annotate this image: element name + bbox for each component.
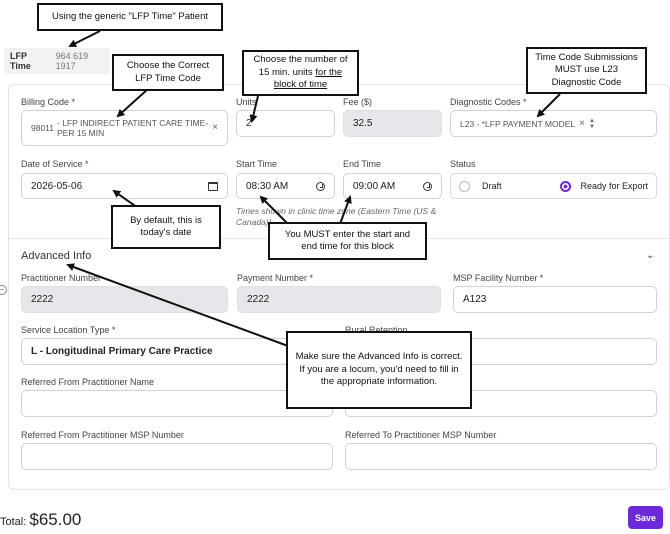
- end-time-label: End Time: [343, 159, 382, 169]
- payment-number-label: Payment Number *: [237, 273, 314, 283]
- billing-desc: - LFP INDIRECT PATIENT CARE TIME- PER 15…: [57, 118, 209, 138]
- minus-circle-icon[interactable]: −: [0, 285, 7, 295]
- msp-facility-input[interactable]: A123: [453, 286, 657, 313]
- service-location-label: Service Location Type *: [21, 325, 116, 335]
- billing-code-label: Billing Code *: [21, 97, 76, 107]
- total-amount: $65.00: [29, 510, 82, 529]
- diag-code-value: L23 - *LFP PAYMENT MODEL: [460, 118, 576, 129]
- status-draft-radio[interactable]: [459, 180, 470, 192]
- callout-units: Choose the number of 15 min. units for t…: [242, 50, 359, 96]
- advanced-info-title[interactable]: Advanced Info: [21, 250, 91, 262]
- status-ready-radio[interactable]: [560, 180, 572, 192]
- patient-chip[interactable]: LFP Time 964 619 1917: [4, 48, 110, 74]
- units-label: Units: [236, 97, 257, 107]
- msp-facility-label: MSP Facility Number *: [453, 273, 544, 283]
- total-label: Total:: [0, 516, 27, 528]
- clear-icon[interactable]: ×: [579, 118, 585, 129]
- ref-to-msp-input[interactable]: [345, 443, 657, 470]
- up-down-icon[interactable]: ▲ ▼: [589, 118, 595, 130]
- patient-name: LFP Time: [10, 51, 31, 71]
- ref-from-msp-label: Referred From Practitioner MSP Number: [21, 430, 184, 440]
- patient-number: 964 619 1917: [55, 51, 89, 71]
- save-button[interactable]: Save: [628, 506, 663, 529]
- calendar-icon[interactable]: [208, 181, 218, 191]
- status-label: Status: [450, 159, 476, 169]
- units-input[interactable]: 2: [236, 110, 335, 137]
- payment-number-field: 2222: [237, 286, 441, 313]
- clock-icon[interactable]: [423, 181, 432, 191]
- clear-icon[interactable]: ×: [212, 123, 218, 133]
- clock-icon[interactable]: [316, 181, 325, 191]
- status-draft-label: Draft: [482, 181, 502, 191]
- callout-code: Choose the Correct LFP Time Code: [112, 54, 224, 91]
- start-time-input[interactable]: 08:30 AM: [236, 173, 335, 199]
- start-time-label: Start Time: [236, 159, 278, 169]
- start-time-value: 08:30 AM: [246, 180, 289, 192]
- practitioner-number-field: 2222: [21, 286, 228, 313]
- callout-date: By default, this is today's date: [111, 205, 221, 249]
- ref-to-msp-label: Referred To Practitioner MSP Number: [345, 430, 497, 440]
- diag-codes-label: Diagnostic Codes *: [450, 97, 527, 107]
- callout-advanced: Make sure the Advanced Info is correct. …: [286, 331, 472, 409]
- diag-codes-field[interactable]: L23 - *LFP PAYMENT MODEL × ▲ ▼: [450, 110, 657, 137]
- callout-diag: Time Code Submissions MUST use L23 Diagn…: [526, 47, 647, 94]
- ref-from-msp-input[interactable]: [21, 443, 333, 470]
- callout-times: You MUST enter the start and end time fo…: [268, 222, 427, 260]
- dos-label: Date of Service *: [21, 159, 89, 169]
- chevron-down-icon[interactable]: ⌄: [646, 250, 654, 261]
- status-ready-label: Ready for Export: [580, 181, 648, 191]
- callout-patient: Using the generic "LFP Time" Patient: [37, 3, 223, 31]
- billing-code-field[interactable]: 98011 - LFP INDIRECT PATIENT CARE TIME- …: [21, 110, 228, 146]
- fee-label: Fee ($): [343, 97, 373, 107]
- date-of-service-input[interactable]: 2026-05-06: [21, 173, 228, 199]
- end-time-value: 09:00 AM: [353, 180, 396, 192]
- billing-code: 98011: [31, 123, 55, 133]
- total: Total: $65.00: [0, 510, 81, 530]
- ref-from-name-label: Referred From Practitioner Name: [21, 377, 155, 387]
- end-time-input[interactable]: 09:00 AM: [343, 173, 442, 199]
- fee-field: 32.5: [343, 110, 442, 137]
- dos-value: 2026-05-06: [31, 180, 83, 192]
- status-group: Draft Ready for Export: [450, 173, 657, 199]
- practitioner-number-label: Practitioner Number: [21, 273, 102, 283]
